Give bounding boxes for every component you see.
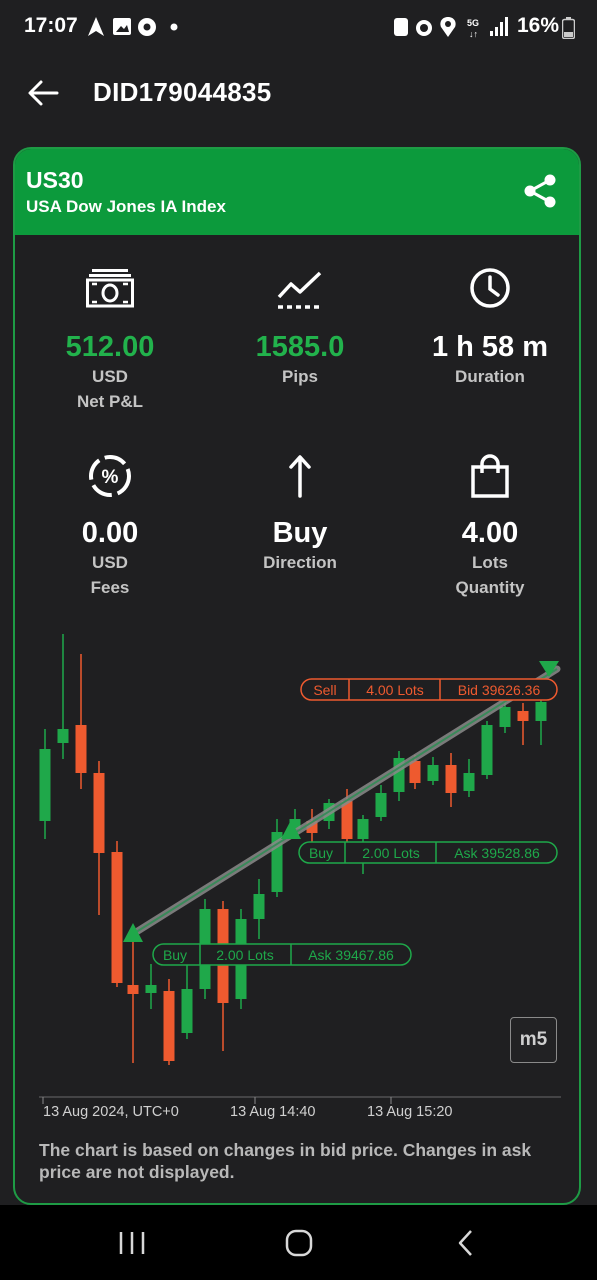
page-title: DID179044835	[93, 77, 272, 107]
candle-body	[375, 793, 387, 817]
annotation-buy2-lots: 2.00 Lots	[362, 845, 420, 861]
battery-icon	[562, 17, 575, 39]
candle-body	[39, 749, 51, 821]
gallery-icon	[113, 18, 131, 35]
candle-body	[463, 773, 475, 791]
annotation-sell-side: Sell	[313, 682, 336, 698]
dot-icon	[170, 23, 178, 31]
back-arrow-icon[interactable]	[26, 78, 60, 108]
status-time: 17:07	[24, 14, 78, 37]
candle-body	[127, 985, 139, 994]
annotation-sell-lots: 4.00 Lots	[366, 682, 424, 698]
trade-details-card: US30 USA Dow Jones IA Index 512.00 USD N…	[13, 147, 581, 1205]
candle-body	[93, 773, 105, 853]
signal-icon	[490, 31, 493, 36]
recent-apps-icon[interactable]	[112, 1227, 152, 1259]
status-bar: 17:07 5G ↓↑ 16%	[0, 0, 597, 54]
candle-body	[445, 765, 457, 793]
annotation-buy1-side: Buy	[163, 947, 187, 963]
annotation-buy2-side: Buy	[309, 845, 333, 861]
app-header: DID179044835	[0, 62, 597, 124]
candle-body	[75, 725, 87, 773]
svg-text:5G: 5G	[467, 18, 479, 28]
x-label-0: 13 Aug 2024, UTC+0	[43, 1104, 179, 1120]
annotation-sell-price: Bid 39626.36	[458, 682, 541, 698]
candle-body	[57, 729, 69, 743]
trade-line-inner	[132, 668, 558, 935]
candle-body	[145, 985, 157, 993]
candlestick-chart[interactable]: Sell 4.00 Lots Bid 39626.36 Buy 2.00 Lot…	[15, 149, 581, 1139]
annotation-buy1-lots: 2.00 Lots	[216, 947, 274, 963]
candle-body	[181, 989, 193, 1033]
system-nav-bar	[0, 1205, 597, 1280]
navigation-arrow-icon	[88, 17, 104, 36]
svg-text:↓↑: ↓↑	[469, 29, 478, 39]
candle-body	[427, 765, 439, 781]
nfc-icon	[394, 18, 408, 36]
system-status-icons: 5G ↓↑	[394, 17, 508, 39]
candle-body	[357, 819, 369, 839]
battery-percentage: 16%	[516, 14, 559, 37]
candle-body	[111, 852, 123, 983]
notification-icons	[88, 17, 178, 36]
candle-body	[163, 991, 175, 1061]
annotation-buy2-price: Ask 39528.86	[454, 845, 540, 861]
candle-body	[499, 707, 511, 727]
candle-body	[535, 702, 547, 721]
x-label-1: 13 Aug 14:40	[230, 1104, 315, 1120]
x-label-2: 13 Aug 15:20	[367, 1104, 452, 1120]
back-nav-icon[interactable]	[446, 1227, 486, 1259]
home-icon[interactable]	[279, 1227, 319, 1259]
chart-footnote: The chart is based on changes in bid pri…	[39, 1140, 532, 1182]
annotation-buy-2: Buy 2.00 Lots Ask 39528.86	[298, 841, 558, 864]
candle-body	[253, 894, 265, 919]
candle-body	[517, 711, 529, 721]
candle-body	[481, 725, 493, 775]
annotation-buy1-price: Ask 39467.86	[308, 947, 394, 963]
candle-body	[409, 761, 421, 783]
timeframe-button[interactable]: m5	[510, 1017, 557, 1063]
annotation-buy-1: Buy 2.00 Lots Ask 39467.86	[152, 943, 412, 966]
annotation-sell: Sell 4.00 Lots Bid 39626.36	[300, 678, 558, 701]
